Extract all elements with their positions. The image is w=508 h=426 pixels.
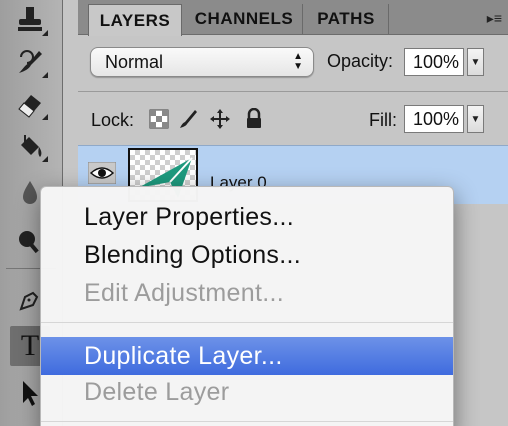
- layer-context-menu: Layer Properties... Blending Options... …: [40, 186, 454, 426]
- lock-all-icon[interactable]: [243, 108, 265, 130]
- blend-mode-value: Normal: [105, 51, 164, 72]
- menu-separator: [41, 322, 453, 323]
- lock-transparency-icon[interactable]: [148, 108, 170, 130]
- opacity-label: Opacity:: [327, 51, 394, 71]
- menu-item-delete-layer: Delete Layer: [84, 377, 230, 406]
- opacity-input[interactable]: 100%: [404, 48, 464, 76]
- panel-menu-icon[interactable]: ▸≡: [487, 10, 502, 27]
- menu-separator: [41, 421, 453, 422]
- lock-label: Lock:: [91, 110, 135, 130]
- panel-tabs: LAYERS CHANNELS PATHS ▸≡: [78, 0, 508, 36]
- lock-row: Lock: Fill: 100% ▼: [63, 98, 508, 142]
- fill-label: Fill:: [369, 110, 397, 130]
- menu-item-layer-properties[interactable]: Layer Properties...: [41, 198, 453, 236]
- eraser-icon[interactable]: [10, 84, 50, 124]
- fill-dropdown-icon[interactable]: ▼: [467, 105, 484, 133]
- menu-item-blending-options[interactable]: Blending Options...: [41, 236, 453, 274]
- opacity-dropdown-icon[interactable]: ▼: [467, 48, 484, 76]
- lock-pixels-icon[interactable]: [177, 108, 199, 130]
- tab-channels[interactable]: CHANNELS: [186, 4, 303, 34]
- menu-item-duplicate-layer[interactable]: Duplicate Layer...: [41, 337, 453, 375]
- photoshop-window: T LAYERS CHANNELS PATHS ▸≡ Normal ▲ ▼ Opa…: [0, 0, 508, 426]
- stamp-tool-icon[interactable]: [10, 0, 50, 40]
- history-brush-icon[interactable]: [10, 42, 50, 82]
- paint-bucket-icon[interactable]: [10, 126, 50, 166]
- tab-layers[interactable]: LAYERS: [88, 4, 182, 36]
- select-arrows-icon: ▲ ▼: [293, 51, 303, 72]
- blend-row: Normal ▲ ▼ Opacity: 100% ▼: [63, 35, 508, 91]
- fill-input[interactable]: 100%: [404, 105, 464, 133]
- blend-mode-select[interactable]: Normal ▲ ▼: [90, 47, 314, 77]
- tab-paths[interactable]: PATHS: [304, 4, 389, 34]
- lock-position-icon[interactable]: [209, 108, 231, 130]
- menu-item-edit-adjustment: Edit Adjustment...: [84, 278, 284, 307]
